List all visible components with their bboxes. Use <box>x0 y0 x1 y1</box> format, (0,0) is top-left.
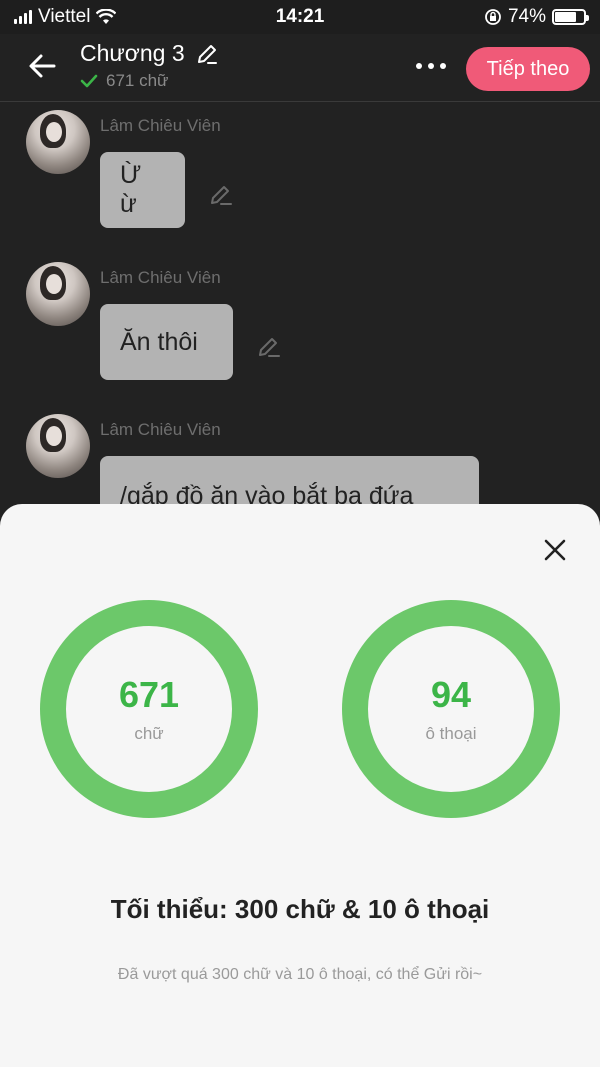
pencil-icon[interactable] <box>195 42 219 66</box>
pencil-icon[interactable] <box>256 334 282 360</box>
wifi-icon <box>96 9 117 24</box>
rotation-lock-icon <box>485 9 501 25</box>
avatar[interactable] <box>26 110 90 174</box>
stats-sheet: 671 chữ 94 ô thoại Tối thiểu: 300 chữ & … <box>0 504 600 1067</box>
carrier-label: Viettel <box>38 6 91 27</box>
word-count-value: 671 <box>118 674 180 715</box>
battery-percent: 74% <box>507 6 546 27</box>
message-bubble[interactable]: Ừ ừ <box>100 152 185 228</box>
word-count-unit: chữ <box>134 724 164 743</box>
message-bubble[interactable]: Ăn thôi <box>100 304 233 380</box>
chapter-header: Chương 3 671 chữ Tiếp theo <box>0 34 600 102</box>
requirement-note: Đã vượt quá 300 chữ và 10 ô thoại, có th… <box>117 966 483 983</box>
minimum-requirement: Tối thiểu: 300 chữ & 10 ô thoại <box>110 894 490 924</box>
battery-icon <box>552 9 589 25</box>
sender-name: Lâm Chiêu Viên <box>100 268 221 287</box>
dialogue-count-value: 94 <box>430 674 472 715</box>
chapter-title: Chương 3 <box>80 40 185 66</box>
close-icon[interactable] <box>542 537 568 563</box>
back-arrow-icon[interactable] <box>26 50 58 82</box>
avatar[interactable] <box>26 414 90 478</box>
sender-name: Lâm Chiêu Viên <box>100 420 221 439</box>
chapter-title-block: Chương 3 671 chữ <box>80 40 219 91</box>
word-count-ring: 671 chữ <box>40 600 258 818</box>
sender-name: Lâm Chiêu Viên <box>100 116 221 135</box>
dialogue-count-ring: 94 ô thoại <box>342 600 560 818</box>
avatar[interactable] <box>26 262 90 326</box>
status-bar: Viettel 14:21 74% <box>0 0 600 34</box>
signal-icon <box>14 10 32 24</box>
word-count-label: 671 chữ <box>106 71 169 90</box>
check-icon <box>80 74 98 88</box>
more-icon[interactable] <box>416 54 446 78</box>
pencil-icon[interactable] <box>208 182 234 208</box>
dialogue-count-unit: ô thoại <box>425 724 477 743</box>
next-button[interactable]: Tiếp theo <box>466 47 590 91</box>
